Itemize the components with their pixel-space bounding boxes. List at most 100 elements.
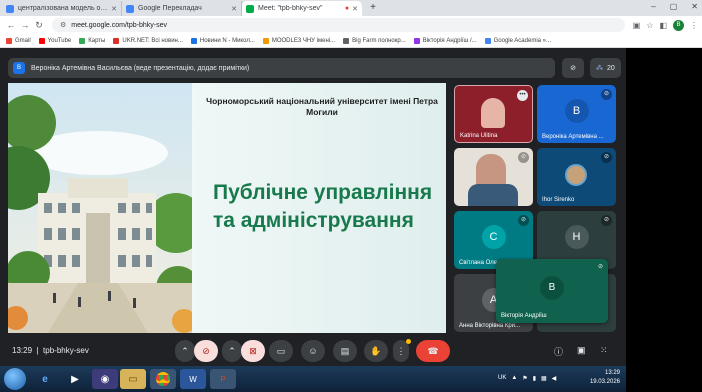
avatar[interactable]: B <box>673 19 684 31</box>
browser-tab-strip: централізована модель охоро ✕ Google Пер… <box>0 0 702 16</box>
audio-options-button[interactable]: ⌃ <box>175 340 195 362</box>
close-window-icon[interactable]: ✕ <box>691 2 698 11</box>
activities-icon[interactable]: ⁙ <box>600 345 608 356</box>
ukrnet-icon <box>113 37 120 44</box>
presenter-avatar: B <box>13 62 25 74</box>
viber-icon[interactable]: ◉ <box>92 369 118 389</box>
toolbar-right: ▣ ☆ ◧ B ⋮ <box>633 19 698 31</box>
windows-taskbar: e ▶ ◉ ▭ W P UK ▲ ⚑ ▮ ▦ ◀ 13:29 19.03.202… <box>0 366 626 392</box>
language-indicator[interactable]: UK <box>498 375 506 382</box>
separator: | <box>34 346 41 355</box>
explorer-icon[interactable]: ▭ <box>120 369 146 389</box>
participant-video <box>476 154 506 188</box>
new-tab-button[interactable]: + <box>366 1 380 15</box>
mic-toggle-button[interactable]: ⊘ <box>194 340 218 362</box>
bookmark-label: Вікторія Андріїш /... <box>422 37 477 44</box>
camera-toggle-button[interactable]: ⊠ <box>241 340 265 362</box>
floating-self-tile[interactable]: B ⊘ Вікторія Андріїш <box>496 259 608 323</box>
menu-icon[interactable]: ⋮ <box>690 21 698 30</box>
participant-tile[interactable]: ⊘ <box>454 148 533 206</box>
bookmark-icon <box>413 37 420 44</box>
tab-meet[interactable]: Meet: "tpb-bhky-sev" ● ✕ <box>242 1 362 16</box>
word-icon[interactable]: W <box>180 369 206 389</box>
camera-icon[interactable]: ▣ <box>633 21 641 30</box>
captions-icon: ▤ <box>340 345 350 356</box>
hide-tiles-button[interactable]: ⊘ <box>562 58 584 78</box>
meeting-details-icon[interactable]: ⓘ <box>554 345 563 358</box>
close-tab-icon[interactable]: ✕ <box>111 5 117 13</box>
clock-date: 19.03.2026 <box>589 379 620 385</box>
present-button[interactable]: ▭ <box>269 340 293 362</box>
network-icon[interactable]: ▦ <box>541 375 547 382</box>
bookmark-youtube[interactable]: YouTube <box>38 37 72 44</box>
powerpoint-icon[interactable]: P <box>210 369 236 389</box>
clock[interactable]: 13:29 19.03.2026 <box>590 369 620 387</box>
participants-button[interactable]: ⁂ 20 <box>590 58 621 78</box>
extensions-icon[interactable]: ◧ <box>659 21 667 30</box>
chat-icon[interactable]: ▣ <box>577 345 586 356</box>
reactions-button[interactable]: ☺ <box>301 340 325 362</box>
volume-icon[interactable]: ◀ <box>552 375 557 382</box>
participant-name: Вікторія Андріїш <box>501 313 547 319</box>
participant-tile[interactable]: ⊘ Ihor Sirenko <box>537 148 616 206</box>
more-options-icon[interactable]: ••• <box>517 90 528 101</box>
battery-icon[interactable]: ▮ <box>533 375 536 382</box>
site-info-icon[interactable]: ⚙ <box>60 21 66 29</box>
bookmark-maps[interactable]: Карты <box>79 37 105 44</box>
tab-centralized-model[interactable]: централізована модель охоро ✕ <box>2 1 122 16</box>
chrome-icon[interactable] <box>150 369 176 389</box>
bookmark-bigfarm[interactable]: Big Farm полнокр... <box>343 37 406 44</box>
avatar: C <box>481 225 506 250</box>
mic-muted-icon: ⊘ <box>601 89 612 100</box>
meeting-time: 13:29 <box>12 346 33 355</box>
minimize-icon[interactable]: – <box>651 2 655 11</box>
bookmark-label: YouTube <box>47 37 72 44</box>
ie-icon[interactable]: e <box>32 369 58 389</box>
youtube-icon <box>38 37 45 44</box>
arrow-up-icon[interactable]: ▲ <box>511 375 517 382</box>
star-icon[interactable]: ☆ <box>646 21 653 30</box>
participant-tile[interactable]: ••• Katrina Ulitina <box>454 85 533 143</box>
recording-dot-icon: ● <box>344 5 350 12</box>
avatar: B <box>540 276 564 301</box>
raise-hand-button[interactable]: ✋ <box>364 340 388 362</box>
participant-name: Ihor Sirenko <box>542 197 575 203</box>
address-bar-row: ← → ↻ ⚙ meet.google.com/tpb-bhky-sev ▣ ☆… <box>0 16 702 34</box>
maximize-icon[interactable]: ▢ <box>670 2 678 11</box>
video-options-button[interactable]: ⌃ <box>222 340 242 362</box>
hide-icon: ⊘ <box>570 65 576 72</box>
forward-icon[interactable]: → <box>18 20 32 30</box>
bookmark-news[interactable]: Новини N - Микол... <box>190 37 255 44</box>
notification-dot <box>406 339 411 344</box>
reload-icon[interactable]: ↻ <box>32 20 46 31</box>
chevron-up-icon: ⌃ <box>228 345 236 356</box>
mic-muted-icon: ⊘ <box>601 215 612 226</box>
bookmark-academia[interactable]: Google Academia »... <box>484 37 551 44</box>
close-tab-icon[interactable]: ✕ <box>352 5 358 13</box>
tab-google-translate[interactable]: Google Перекладач ✕ <box>122 1 242 16</box>
start-button[interactable] <box>4 368 26 390</box>
clock-time: 13:29 <box>604 370 620 376</box>
bookmark-viktoria[interactable]: Вікторія Андріїш /... <box>413 37 477 44</box>
flag-icon[interactable]: ⚑ <box>522 375 527 382</box>
close-tab-icon[interactable]: ✕ <box>231 5 237 13</box>
maps-icon <box>79 37 86 44</box>
url-input[interactable]: ⚙ meet.google.com/tpb-bhky-sev <box>52 18 625 32</box>
bookmarks-bar: Gmail YouTube Карты UKR.NET: Всі новин..… <box>0 34 702 48</box>
slide-university-name: Чорноморський національний університет і… <box>206 96 438 117</box>
mic-muted-icon: ⊘ <box>597 264 603 270</box>
leave-call-button[interactable]: ☎ <box>416 340 450 362</box>
tab-label: Google Перекладач <box>138 5 202 12</box>
shared-slide: Чорноморський національний університет і… <box>8 83 446 333</box>
bookmark-ukrnet[interactable]: UKR.NET: Всі новин... <box>113 37 183 44</box>
media-player-icon[interactable]: ▶ <box>62 369 88 389</box>
captions-button[interactable]: ▤ <box>333 340 357 362</box>
camera-off-icon: ⊠ <box>249 345 257 356</box>
bookmark-gmail[interactable]: Gmail <box>6 37 31 44</box>
chevron-up-icon: ⌃ <box>181 345 189 356</box>
news-icon <box>190 37 197 44</box>
bookmark-moodle[interactable]: MOODLE3 ЧНУ імені... <box>262 37 335 44</box>
participant-tile[interactable]: B ⊘ Вероніка Артемівна ... <box>537 85 616 143</box>
chrome-logo <box>156 372 170 386</box>
back-icon[interactable]: ← <box>4 20 18 30</box>
